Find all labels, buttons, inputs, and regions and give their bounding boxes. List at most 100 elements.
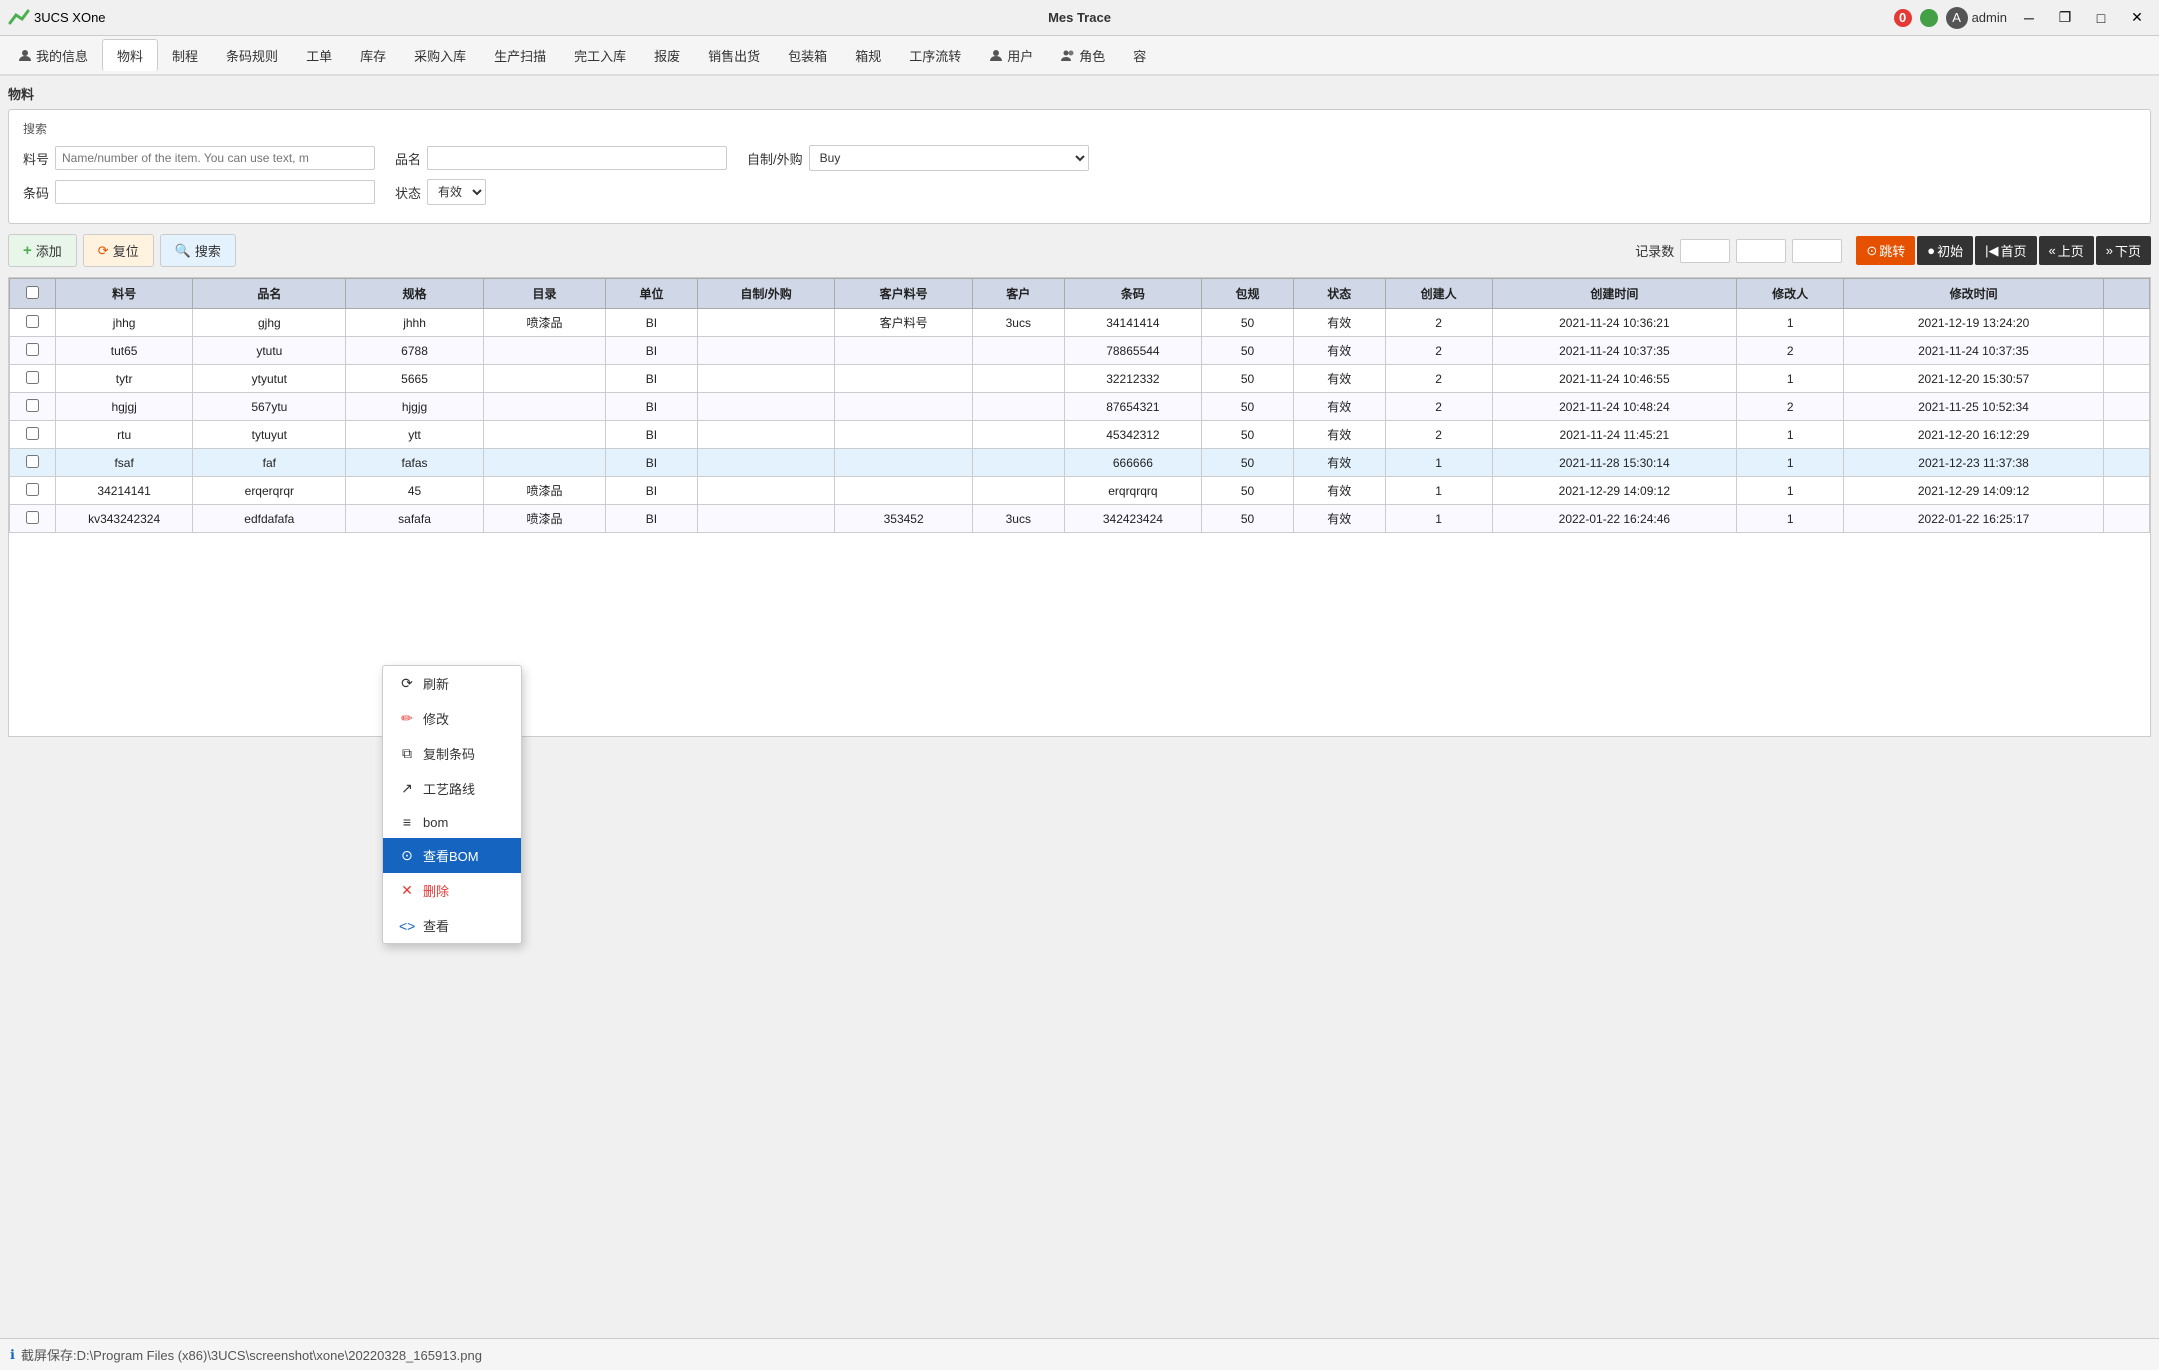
cm-view[interactable]: <> 查看 (383, 908, 521, 943)
barcode-field: 条码 (23, 180, 375, 204)
nav-item-purchase[interactable]: 采购入库 (400, 40, 480, 71)
row-checkbox[interactable] (26, 343, 39, 356)
row-checkbox[interactable] (26, 399, 39, 412)
maximize-button[interactable]: □ (2087, 7, 2115, 29)
table-row[interactable]: kv343242324 edfdafafa safafa 喷漆品 BI 3534… (10, 505, 2150, 533)
notification-badge[interactable]: 0 (1894, 9, 1912, 27)
self-purchase-select[interactable]: Buy Make 全部 (809, 145, 1089, 171)
restore-button[interactable]: ❐ (2051, 7, 2079, 29)
next-icon: » (2106, 243, 2113, 258)
nav-item-scan[interactable]: 生产扫描 (480, 40, 560, 71)
nav-item-flow[interactable]: 工序流转 (895, 40, 975, 71)
records-count-input[interactable]: 8 (1680, 239, 1730, 263)
row-checkbox[interactable] (26, 371, 39, 384)
cm-copy-barcode[interactable]: ⧉ 复制条码 (383, 736, 521, 771)
nav-item-user[interactable]: 用户 (975, 40, 1047, 71)
nav-item-myinfo[interactable]: 我的信息 (4, 40, 102, 71)
product-name-input[interactable] (427, 146, 727, 170)
cell-creator: 2 (1385, 337, 1492, 365)
nav-item-process[interactable]: 制程 (158, 40, 212, 71)
nav-item-inventory[interactable]: 库存 (346, 40, 400, 71)
row-checkbox-cell[interactable] (10, 421, 56, 449)
select-all-checkbox[interactable] (26, 286, 39, 299)
nav-item-box[interactable]: 包装箱 (774, 40, 841, 71)
close-button[interactable]: ✕ (2123, 7, 2151, 29)
cell-pkg: 50 (1202, 309, 1294, 337)
table-row[interactable]: jhhg gjhg jhhh 喷漆品 BI 客户料号 3ucs 34141414… (10, 309, 2150, 337)
prev-page-button[interactable]: « 上页 (2039, 236, 2094, 265)
nav-item-boxrule[interactable]: 箱规 (841, 40, 895, 71)
barcode-input[interactable] (55, 180, 375, 204)
cm-view-bom[interactable]: ⊙ 查看BOM (383, 838, 521, 873)
row-checkbox[interactable] (26, 455, 39, 468)
cell-spec: ytt (346, 421, 484, 449)
nav-item-sales[interactable]: 销售出货 (694, 40, 774, 71)
cell-cust-no: 353452 (835, 505, 973, 533)
material-no-label: 料号 (23, 149, 49, 168)
next-page-button[interactable]: » 下页 (2096, 236, 2151, 265)
nav-item-container[interactable]: 容 (1119, 40, 1160, 71)
status-select[interactable]: 有效 无效 全部 (427, 179, 486, 205)
cm-route[interactable]: ↗ 工艺路线 (383, 771, 521, 806)
table-row[interactable]: tut65 ytutu 6788 BI 78865544 50 有效 2 202… (10, 337, 2150, 365)
row-checkbox-cell[interactable] (10, 449, 56, 477)
table-row[interactable]: fsaf faf fafas BI 666666 50 有效 1 2021-11… (10, 449, 2150, 477)
table-row[interactable]: hgjgj 567ytu hjgjg BI 87654321 50 有效 2 2… (10, 393, 2150, 421)
cell-status: 有效 (1293, 449, 1385, 477)
row-checkbox-cell[interactable] (10, 365, 56, 393)
cell-modify-time: 2022-01-22 16:25:17 (1844, 505, 2104, 533)
delete-icon: ✕ (399, 882, 415, 899)
row-checkbox[interactable] (26, 427, 39, 440)
cm-delete[interactable]: ✕ 删除 (383, 873, 521, 908)
cm-refresh[interactable]: ⟳ 刷新 (383, 666, 521, 701)
cell-unit: BI (606, 505, 698, 533)
cell-create-time: 2021-12-29 14:09:12 (1492, 477, 1737, 505)
col-barcode: 条码 (1064, 279, 1202, 309)
info-icon: ℹ (10, 1347, 15, 1363)
nav-item-scrap[interactable]: 报废 (640, 40, 694, 71)
nav-item-material[interactable]: 物料 (102, 39, 158, 71)
add-button[interactable]: + 添加 (8, 234, 77, 267)
cell-cust-no (835, 421, 973, 449)
cell-extra (2104, 477, 2150, 505)
row-checkbox[interactable] (26, 315, 39, 328)
cell-self-buy (697, 393, 835, 421)
table-row[interactable]: tytr ytyutut 5665 BI 32212332 50 有效 2 20… (10, 365, 2150, 393)
cell-pkg: 50 (1202, 421, 1294, 449)
nav-item-workorder[interactable]: 工单 (292, 40, 346, 71)
cm-edit[interactable]: ✏ 修改 (383, 701, 521, 736)
search-button[interactable]: 🔍 搜索 (160, 234, 236, 267)
jump-button[interactable]: ⊙ 跳转 (1856, 236, 1915, 265)
minimize-button[interactable]: ─ (2015, 7, 2043, 29)
cell-unit: BI (606, 449, 698, 477)
row-checkbox-cell[interactable] (10, 337, 56, 365)
cm-bom[interactable]: ≡ bom (383, 806, 521, 838)
reset-button[interactable]: ⟳ 复位 (83, 234, 154, 267)
page-num-input[interactable]: 1 (1736, 239, 1786, 263)
cell-create-time: 2021-11-24 10:48:24 (1492, 393, 1737, 421)
row-checkbox[interactable] (26, 511, 39, 524)
nav-item-finish[interactable]: 完工入库 (560, 40, 640, 71)
cell-create-time: 2021-11-28 15:30:14 (1492, 449, 1737, 477)
first-page-button[interactable]: |◀ 首页 (1975, 236, 2036, 265)
cell-modifier: 1 (1737, 449, 1844, 477)
cell-unit: BI (606, 309, 698, 337)
row-checkbox-cell[interactable] (10, 505, 56, 533)
cell-name: ytyutut (193, 365, 346, 393)
material-no-input[interactable] (55, 146, 375, 170)
nav-item-barcode-rule[interactable]: 条码规则 (212, 40, 292, 71)
nav-item-role[interactable]: 角色 (1047, 40, 1119, 71)
row-checkbox[interactable] (26, 483, 39, 496)
table-row[interactable]: 34214141 erqerqrqr 45 喷漆品 BI erqrqrqrq 5… (10, 477, 2150, 505)
row-checkbox-cell[interactable] (10, 309, 56, 337)
row-checkbox-cell[interactable] (10, 477, 56, 505)
cell-modifier: 1 (1737, 421, 1844, 449)
reset-icon: ⟳ (98, 243, 109, 259)
total-pages-input[interactable]: 1 (1792, 239, 1842, 263)
cell-spec: safafa (346, 505, 484, 533)
row-checkbox-cell[interactable] (10, 393, 56, 421)
cell-modify-time: 2021-12-20 16:12:29 (1844, 421, 2104, 449)
cell-catalog (483, 365, 605, 393)
start-button[interactable]: ● 初始 (1917, 236, 1973, 265)
table-row[interactable]: rtu tytuyut ytt BI 45342312 50 有效 2 2021… (10, 421, 2150, 449)
